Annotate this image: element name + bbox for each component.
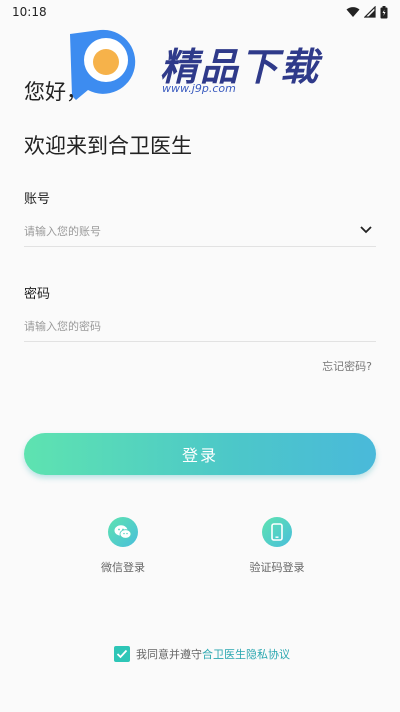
watermark-url: www.j9p.com xyxy=(162,82,236,95)
password-input[interactable] xyxy=(24,320,376,333)
wechat-login-label: 微信登录 xyxy=(101,561,145,574)
agreement-text: 我同意并遵守 xyxy=(136,648,202,661)
password-field-container xyxy=(24,312,376,342)
password-label: 密码 xyxy=(24,287,51,302)
wifi-icon xyxy=(346,7,360,17)
agreement-checkbox[interactable] xyxy=(114,646,130,662)
check-icon xyxy=(116,649,128,659)
sms-login-label: 验证码登录 xyxy=(249,561,305,574)
watermark-logo: 精品下载 www.j9p.com xyxy=(66,26,326,102)
privacy-policy-link[interactable]: 合卫医生隐私协议 xyxy=(202,646,290,662)
agreement-row: 我同意并遵守 合卫医生隐私协议 xyxy=(114,646,290,662)
signal-icon xyxy=(364,6,376,18)
status-time: 10:18 xyxy=(12,5,47,19)
battery-icon xyxy=(380,5,388,18)
welcome-title: 欢迎来到合卫医生 xyxy=(24,134,192,158)
status-icons xyxy=(346,5,388,19)
chevron-down-icon[interactable] xyxy=(360,226,372,234)
account-input[interactable] xyxy=(24,225,376,238)
account-label: 账号 xyxy=(24,192,51,207)
status-bar: 10:18 xyxy=(0,0,400,24)
wechat-icon xyxy=(108,517,138,547)
greeting-text: 您好， xyxy=(24,80,87,104)
wechat-login-button[interactable]: 微信登录 xyxy=(83,517,163,575)
phone-icon xyxy=(262,517,292,547)
account-field-container xyxy=(24,217,376,247)
forgot-password-link[interactable]: 忘记密码? xyxy=(322,358,372,374)
sms-login-button[interactable]: 验证码登录 xyxy=(237,517,317,575)
login-button[interactable]: 登录 xyxy=(24,433,376,475)
